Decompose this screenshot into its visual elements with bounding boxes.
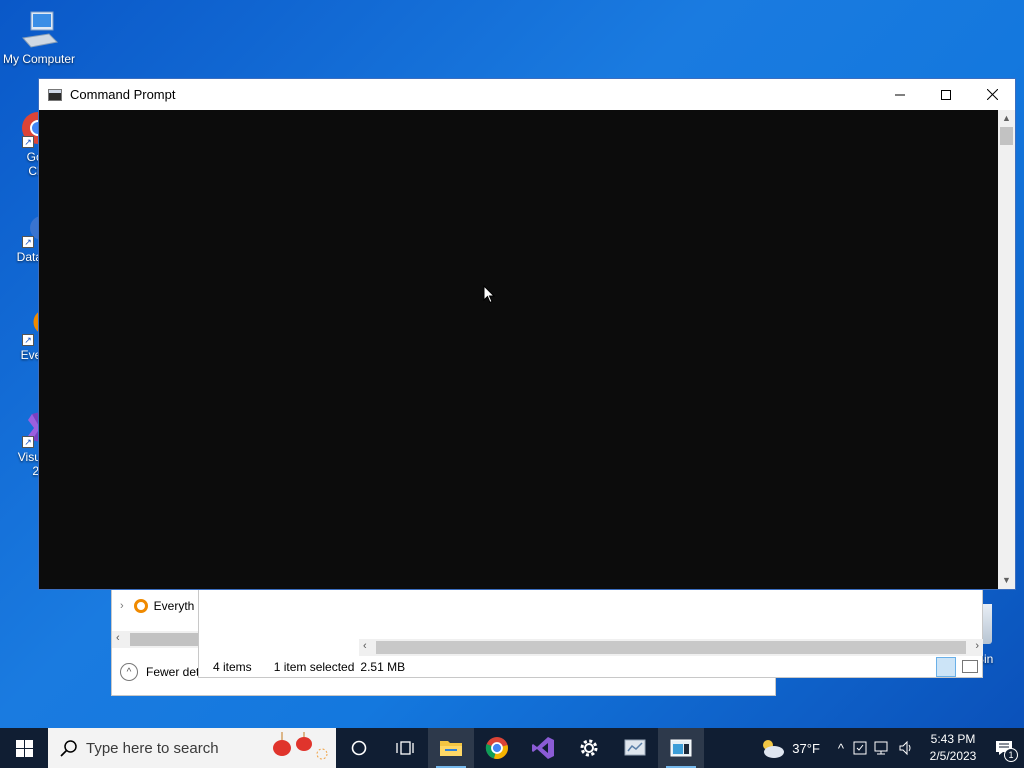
scroll-right-icon[interactable]: › [975,640,979,652]
taskbar-app[interactable] [612,728,658,768]
scroll-left-icon[interactable]: ‹ [363,640,367,652]
taskbar-chrome[interactable] [474,728,520,768]
console-output-area[interactable] [39,110,999,589]
maximize-icon [941,89,951,100]
security-shield-icon[interactable] [852,740,868,756]
cmd-app-icon [670,739,692,757]
search-icon [60,740,77,757]
weather-widget[interactable]: 37°F [758,737,820,759]
tree-item-label: Everyth [153,599,195,613]
status-bar: 4 items 1 item selected 2.51 MB [199,657,982,677]
weather-temperature: 37°F [792,740,820,756]
clock[interactable]: 5:43 PM 2/5/2023 [922,731,984,765]
horizontal-scrollbar[interactable]: ‹ › [359,639,983,656]
cortana-circle-icon [351,740,367,756]
shortcut-arrow-icon: ↗ [22,334,34,346]
large-icons-view-icon[interactable] [962,660,978,673]
shortcut-arrow-icon: ↗ [22,236,34,248]
maximize-button[interactable] [923,79,969,110]
minimize-icon [895,94,905,95]
folder-icon [440,741,462,756]
vertical-scrollbar[interactable]: ▲ ▼ [998,110,1015,589]
taskbar-command-prompt[interactable] [658,728,704,768]
close-button[interactable] [969,79,1015,110]
scroll-left-icon[interactable]: ‹ [116,632,120,644]
shortcut-arrow-icon: ↗ [22,436,34,448]
cortana-button[interactable] [336,728,382,768]
chrome-icon [485,737,508,759]
fewer-details-button[interactable]: ^ Fewer det [120,663,199,681]
minimize-button[interactable] [877,79,923,110]
tree-item-everything[interactable]: › Everyth [120,599,194,613]
lunar-new-year-lanterns-icon [264,732,330,764]
mouse-cursor-icon [483,285,495,304]
scroll-up-icon[interactable]: ▲ [998,110,1015,127]
search-placeholder: Type here to search [86,739,219,757]
windows-logo-icon [15,739,33,757]
status-size: 2.51 MB [360,660,406,674]
taskbar-settings[interactable] [566,728,612,768]
everything-search-icon [133,599,148,613]
computer-icon [19,10,59,50]
desktop-icon-my-computer[interactable]: My Computer [1,10,77,66]
clock-time: 5:43 PM [930,732,976,746]
command-prompt-window[interactable]: Command Prompt ▲ ▼ [38,78,1016,590]
gear-icon [580,739,598,757]
taskbar-visual-studio[interactable] [520,728,566,768]
desktop-icon-label: My Computer [2,52,76,66]
weather-partly-cloudy-icon [763,740,785,758]
status-item-count: 4 items [213,660,252,674]
notification-badge: 1 [1004,748,1018,762]
taskbar: Type here to search 37°F ^ 5:43 PM 2/5/2… [0,728,1024,768]
system-tray: 37°F ^ 5:43 PM 2/5/2023 1 [758,728,1024,768]
visual-studio-icon [532,737,554,759]
task-view-icon [396,741,414,755]
task-view-button[interactable] [382,728,428,768]
network-icon[interactable] [874,740,892,756]
taskbar-file-explorer[interactable] [428,728,474,768]
file-explorer-content-pane: ‹ › 4 items 1 item selected 2.51 MB [198,588,983,678]
clock-date: 2/5/2023 [929,749,977,763]
fewer-details-label: Fewer det [146,665,200,679]
scroll-down-icon[interactable]: ▼ [998,572,1015,589]
close-icon [986,89,998,100]
start-button[interactable] [0,728,48,768]
notification-center-button[interactable]: 1 [984,728,1024,768]
details-view-icon[interactable] [936,657,956,677]
app-window-icon [624,739,646,756]
chevron-up-icon[interactable]: ^ [838,741,844,756]
volume-icon[interactable] [898,740,914,756]
window-title: Command Prompt [70,87,176,102]
shortcut-arrow-icon: ↗ [22,136,34,148]
status-selected: 1 item selected [273,660,355,674]
horizontal-scrollbar[interactable]: ‹ [112,631,199,648]
search-box[interactable]: Type here to search [48,728,336,768]
chevron-up-circle-icon: ^ [120,663,138,681]
title-bar[interactable]: Command Prompt [39,79,1015,110]
cmd-app-icon [48,88,62,101]
scroll-thumb[interactable] [1000,127,1013,145]
chevron-right-icon[interactable]: › [120,600,124,612]
